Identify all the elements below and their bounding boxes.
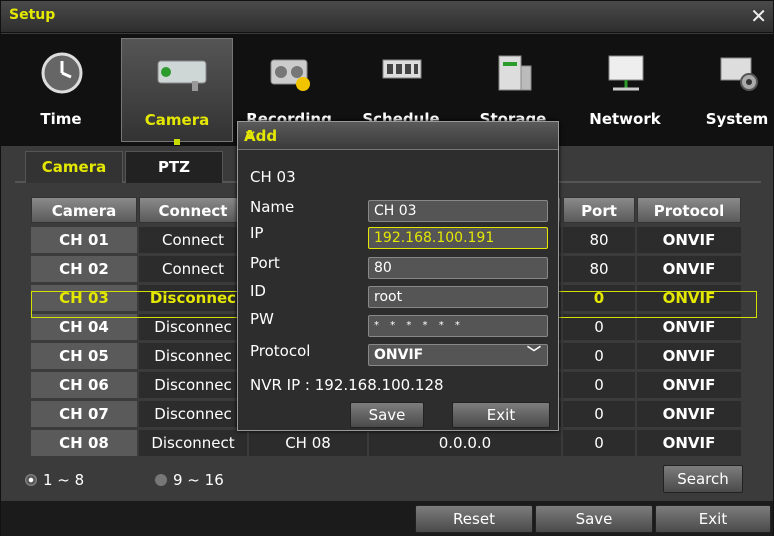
active-indicator	[174, 139, 180, 145]
page-radio-9-16[interactable]: 9 ~ 16	[155, 471, 224, 489]
menu-label: Time	[40, 110, 82, 128]
cell-camera: CH 05	[31, 343, 137, 369]
header-port: Port	[563, 197, 635, 223]
bottom-bar: Reset Save Exit	[1, 501, 773, 536]
dialog-channel: CH 03	[250, 168, 296, 186]
page-label: 9 ~ 16	[173, 471, 224, 489]
dialog-exit-button[interactable]: Exit	[452, 402, 550, 428]
cell-port: 0	[563, 430, 635, 456]
cell-name: CH 08	[249, 430, 367, 456]
reset-button[interactable]: Reset	[415, 505, 533, 533]
protocol-value: ONVIF	[374, 347, 424, 363]
tab-ptz[interactable]: PTZ	[125, 151, 223, 183]
cell-port: 0	[563, 372, 635, 398]
setup-window: Setup ✕ Time Camera Recording Schedule S…	[0, 0, 774, 536]
header-protocol: Protocol	[637, 197, 741, 223]
ip-field[interactable]: 192.168.100.191	[368, 227, 548, 249]
cell-port: 0	[563, 343, 635, 369]
dialog-close-icon[interactable]: ✕	[244, 127, 550, 145]
id-field[interactable]: root	[368, 286, 548, 308]
cell-port: 80	[563, 256, 635, 282]
menu-label: Network	[589, 110, 661, 128]
menu-item-time[interactable]: Time	[5, 38, 117, 142]
id-label: ID	[250, 282, 266, 300]
cell-protocol: ONVIF	[637, 343, 741, 369]
cell-port: 0	[563, 401, 635, 427]
cell-protocol: ONVIF	[637, 227, 741, 253]
cell-connect: Disconnec	[139, 372, 247, 398]
cell-connect: Disconnec	[139, 343, 247, 369]
name-field[interactable]: CH 03	[368, 200, 548, 222]
cell-protocol: ONVIF	[637, 256, 741, 282]
menu-label: Camera	[144, 111, 210, 129]
close-icon[interactable]: ✕	[750, 4, 767, 28]
system-icon	[720, 57, 758, 91]
menu-label: System	[705, 110, 769, 128]
page-radio-1-8[interactable]: 1 ~ 8	[25, 471, 84, 489]
pw-field[interactable]: * * * * * *	[368, 315, 548, 337]
pw-label: PW	[250, 310, 274, 328]
window-title: Setup	[9, 7, 56, 23]
cell-camera: CH 06	[31, 372, 137, 398]
menu-item-camera[interactable]: Camera	[121, 38, 233, 145]
port-label: Port	[250, 254, 280, 272]
cell-ip: 0.0.0.0	[369, 430, 561, 456]
protocol-select[interactable]: ONVIF ﹀	[368, 344, 548, 366]
chevron-down-icon: ﹀	[527, 346, 541, 362]
storage-icon	[498, 55, 532, 91]
dialog-title-bar: Add ✕	[238, 122, 558, 150]
cell-camera: CH 07	[31, 401, 137, 427]
search-button[interactable]: Search	[663, 465, 743, 493]
radio-selected-icon	[25, 474, 37, 486]
menu-item-system[interactable]: System	[681, 38, 774, 142]
protocol-label: Protocol	[250, 342, 311, 360]
nvr-ip-text: NVR IP : 192.168.100.128	[250, 376, 444, 394]
menu-item-network[interactable]: Network	[569, 38, 681, 142]
page-label: 1 ~ 8	[43, 471, 85, 489]
add-dialog: Add ✕ CH 03 Name CH 03 IP 192.168.100.19…	[237, 121, 559, 431]
cell-connect: Disconnec	[139, 401, 247, 427]
cell-protocol: ONVIF	[637, 372, 741, 398]
camera-icon	[157, 60, 207, 91]
schedule-icon	[382, 59, 422, 79]
cell-camera: CH 08	[31, 430, 137, 456]
cell-protocol: ONVIF	[637, 401, 741, 427]
tab-camera[interactable]: Camera	[25, 151, 123, 183]
name-label: Name	[250, 198, 295, 216]
title-bar: Setup ✕	[1, 1, 773, 33]
exit-button[interactable]: Exit	[655, 505, 771, 533]
header-connect: Connect	[139, 197, 247, 223]
cell-protocol: ONVIF	[637, 430, 741, 456]
radio-icon	[155, 474, 167, 486]
port-field[interactable]: 80	[368, 257, 548, 279]
cell-camera: CH 02	[31, 256, 137, 282]
cell-port: 80	[563, 227, 635, 253]
cell-connect: Connect	[139, 227, 247, 253]
header-camera: Camera	[31, 197, 137, 223]
clock-icon	[41, 52, 83, 94]
cell-camera: CH 01	[31, 227, 137, 253]
cell-connect: Connect	[139, 256, 247, 282]
save-button[interactable]: Save	[535, 505, 653, 533]
recording-icon	[270, 59, 310, 91]
dialog-save-button[interactable]: Save	[350, 402, 424, 428]
network-icon	[608, 55, 644, 91]
ip-label: IP	[250, 224, 264, 242]
cell-connect: Disconnect	[139, 430, 247, 456]
